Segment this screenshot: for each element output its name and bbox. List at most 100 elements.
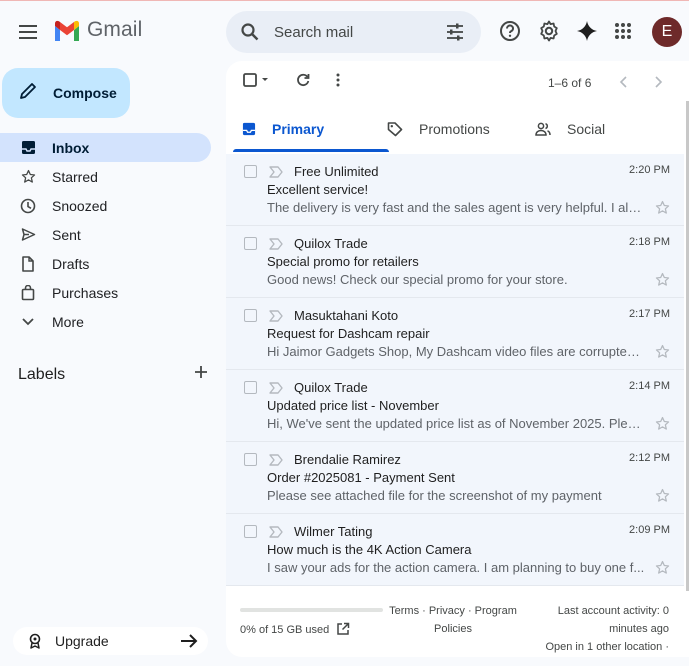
tab-primary[interactable]: Primary <box>242 105 324 153</box>
tab-label: Social <box>567 121 606 137</box>
importance-marker-icon[interactable] <box>269 165 283 183</box>
send-icon <box>20 227 36 243</box>
tab-label: Promotions <box>419 121 490 137</box>
email-row[interactable]: Wilmer Tating 2:09 PM How much is the 4K… <box>226 514 684 586</box>
email-subject: Special promo for retailers <box>267 254 419 269</box>
search-options-icon[interactable] <box>445 22 465 47</box>
refresh-icon[interactable] <box>296 73 310 87</box>
row-checkbox[interactable] <box>244 165 257 178</box>
email-time: 2:12 PM <box>629 452 670 464</box>
more-vert-icon[interactable] <box>336 73 340 87</box>
star-toggle-icon[interactable] <box>655 416 670 436</box>
star-toggle-icon[interactable] <box>655 560 670 580</box>
policies-line[interactable]: Policies <box>388 620 518 638</box>
arrow-right-icon <box>180 634 198 648</box>
importance-marker-icon[interactable] <box>269 453 283 471</box>
active-tab-indicator <box>233 149 389 152</box>
email-time: 2:09 PM <box>629 524 670 536</box>
sidebar-nav: Inbox Starred Snoozed Sent Drafts Purcha… <box>0 133 212 336</box>
sidebar-item-inbox[interactable]: Inbox <box>0 133 211 162</box>
activity-line: Last account activity: 0 <box>557 605 669 617</box>
email-row[interactable]: Quilox Trade 2:14 PM Updated price list … <box>226 370 684 442</box>
inbox-icon <box>20 140 36 156</box>
help-icon[interactable] <box>497 18 523 44</box>
sidebar-item-starred[interactable]: Starred <box>0 162 212 191</box>
row-checkbox[interactable] <box>244 309 257 322</box>
gmail-logo[interactable]: Gmail <box>53 18 142 42</box>
sidebar-item-sent[interactable]: Sent <box>0 220 212 249</box>
labels-header: Labels <box>18 365 208 384</box>
bag-icon <box>20 284 36 301</box>
pencil-icon <box>19 82 37 105</box>
email-row[interactable]: Brendalie Ramirez 2:12 PM Order #2025081… <box>226 442 684 514</box>
tab-social[interactable]: Social <box>535 105 605 153</box>
email-snippet: Good news! Check our special promo for y… <box>267 272 568 287</box>
sidebar-item-label: Snoozed <box>52 197 108 214</box>
row-checkbox[interactable] <box>244 453 257 466</box>
tab-promotions[interactable]: Promotions <box>387 105 490 153</box>
compose-label: Compose <box>53 85 117 101</box>
main-menu-icon[interactable] <box>14 18 42 46</box>
gemini-sparkle-icon[interactable] <box>574 18 600 44</box>
terms-line[interactable]: Terms · Privacy · Program <box>388 602 518 620</box>
search-input[interactable] <box>274 19 434 45</box>
activity-details-link[interactable]: Open in 1 other location · <box>526 638 669 656</box>
external-link-icon[interactable] <box>336 622 350 641</box>
sidebar-item-label: Starred <box>52 168 98 185</box>
row-checkbox[interactable] <box>244 381 257 394</box>
email-subject: Excellent service! <box>267 182 369 197</box>
upgrade-label: Upgrade <box>55 633 109 649</box>
email-subject: Order #2025081 - Payment Sent <box>267 470 455 485</box>
row-checkbox[interactable] <box>244 237 257 250</box>
search-bar[interactable] <box>226 11 481 53</box>
apps-grid-icon[interactable] <box>610 18 636 44</box>
email-time: 2:17 PM <box>629 308 670 320</box>
account-activity: Last account activity: 0 minutes ago Ope… <box>526 602 669 656</box>
tab-label: Primary <box>272 121 325 137</box>
sidebar-item-more[interactable]: More <box>0 307 212 336</box>
importance-marker-icon[interactable] <box>269 309 283 327</box>
sidebar-item-purchases[interactable]: Purchases <box>0 278 212 307</box>
sidebar-item-label: Purchases <box>52 284 119 301</box>
select-all-checkbox[interactable] <box>243 73 269 87</box>
email-time: 2:20 PM <box>629 164 670 176</box>
newer-chevron-icon[interactable] <box>619 76 627 88</box>
importance-marker-icon[interactable] <box>269 237 283 255</box>
star-toggle-icon[interactable] <box>655 272 670 292</box>
upgrade-button[interactable]: Upgrade <box>13 627 208 655</box>
category-tabs: Primary Promotions Social <box>226 105 689 155</box>
clock-icon <box>20 198 36 214</box>
search-icon[interactable] <box>240 22 260 47</box>
row-checkbox[interactable] <box>244 525 257 538</box>
email-sender: Quilox Trade <box>294 380 368 395</box>
email-subject: Request for Dashcam repair <box>267 326 430 341</box>
sidebar-item-drafts[interactable]: Drafts <box>0 249 212 278</box>
email-snippet: Please see attached file for the screens… <box>267 488 602 503</box>
mail-footer: 0% of 15 GB used Terms · Privacy · Progr… <box>226 596 689 656</box>
terms-links[interactable]: Terms · Privacy · Program Policies <box>388 602 518 638</box>
importance-marker-icon[interactable] <box>269 381 283 399</box>
email-row[interactable]: Free Unlimited 2:20 PM Excellent service… <box>226 154 684 226</box>
tag-icon <box>387 121 403 137</box>
email-subject: Updated price list - November <box>267 398 439 413</box>
star-toggle-icon[interactable] <box>655 344 670 364</box>
sidebar-item-snoozed[interactable]: Snoozed <box>0 191 212 220</box>
star-toggle-icon[interactable] <box>655 200 670 220</box>
email-list: Free Unlimited 2:20 PM Excellent service… <box>226 154 684 586</box>
add-label-icon[interactable] <box>194 365 208 384</box>
compose-button[interactable]: Compose <box>2 68 130 118</box>
older-chevron-icon[interactable] <box>655 76 663 88</box>
settings-gear-icon[interactable] <box>536 18 562 44</box>
top-bar: Gmail E <box>0 1 689 63</box>
email-row[interactable]: Quilox Trade 2:18 PM Special promo for r… <box>226 226 684 298</box>
email-snippet: Hi, We've sent the updated price list as… <box>267 416 647 431</box>
sidebar-item-label: More <box>52 313 84 330</box>
account-avatar[interactable]: E <box>652 17 682 47</box>
star-toggle-icon[interactable] <box>655 488 670 508</box>
email-snippet: I saw your ads for the action camera. I … <box>267 560 645 575</box>
importance-marker-icon[interactable] <box>269 525 283 543</box>
sidebar-item-label: Inbox <box>52 139 90 156</box>
email-row[interactable]: Masuktahani Koto 2:17 PM Request for Das… <box>226 298 684 370</box>
people-icon <box>535 122 551 136</box>
email-subject: How much is the 4K Action Camera <box>267 542 472 557</box>
